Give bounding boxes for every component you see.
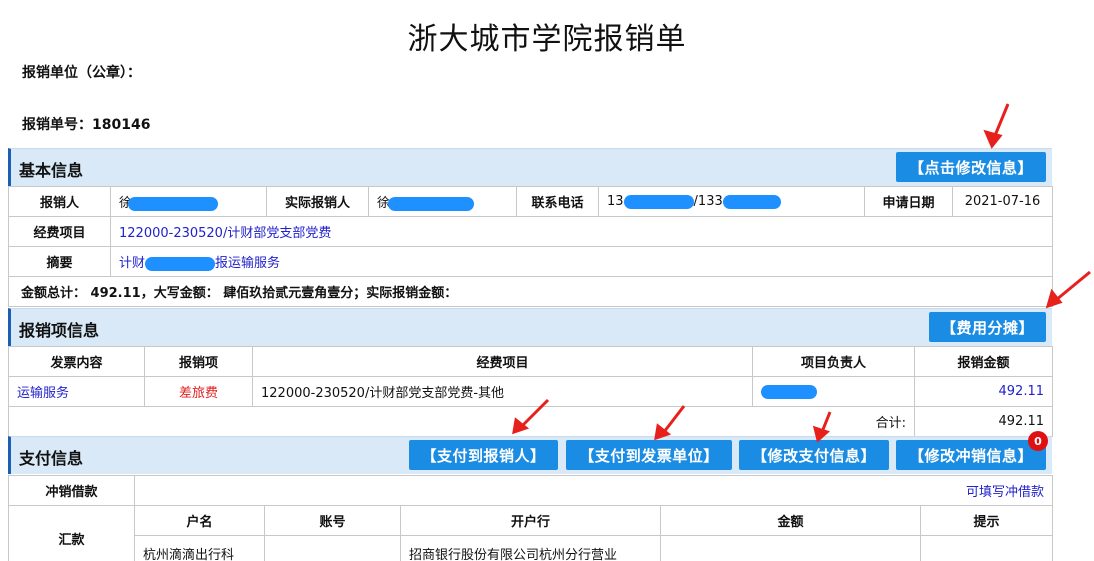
- arrow-cost-split: [1055, 270, 1091, 302]
- arrow-edit-payment: [820, 411, 832, 433]
- arrow-edit-info: [992, 103, 1010, 139]
- arrow-head: [1045, 288, 1063, 309]
- arrow-pay-reimburser: [520, 398, 550, 428]
- arrow-head: [812, 425, 830, 443]
- arrow-pay-invoice: [662, 405, 686, 433]
- annotation-arrows: [512, 103, 1091, 443]
- arrow-head: [983, 129, 1003, 149]
